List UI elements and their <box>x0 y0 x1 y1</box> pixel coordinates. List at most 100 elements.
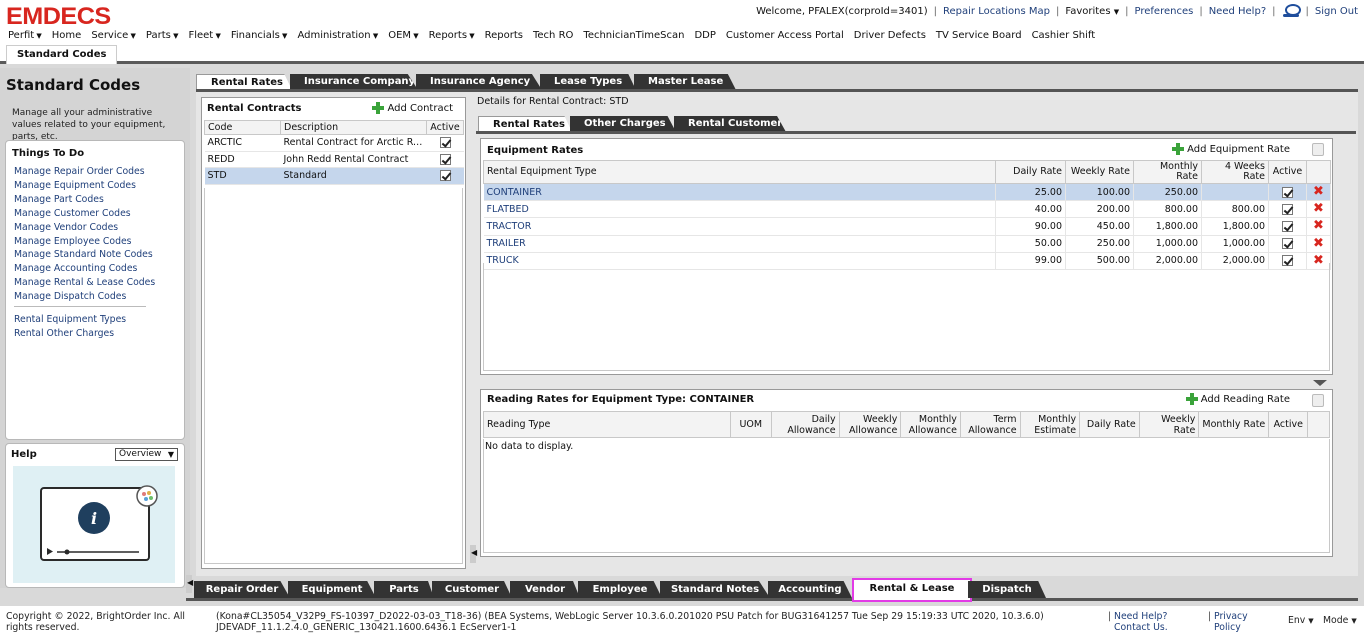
delete-icon[interactable]: ✖ <box>1313 185 1324 198</box>
module-tab-parts[interactable]: Parts <box>374 581 434 598</box>
menu-reports[interactable]: Reports ▼ <box>429 30 475 41</box>
todo-link-manage-part-codes[interactable]: Manage Part Codes <box>14 193 155 207</box>
user-profile-icon[interactable] <box>1282 4 1301 18</box>
module-tab-rental-and-lease[interactable]: Rental & Lease <box>852 578 972 602</box>
todo-link-rental-other-charges[interactable]: Rental Other Charges <box>14 327 126 341</box>
tab-rental-rates[interactable]: Rental Rates <box>196 74 292 90</box>
todo-link-manage-rental-and-lease-codes[interactable]: Manage Rental & Lease Codes <box>14 276 155 290</box>
todo-link-rental-equipment-types[interactable]: Rental Equipment Types <box>14 313 126 327</box>
delete-icon[interactable]: ✖ <box>1313 202 1324 215</box>
todo-link-manage-equipment-codes[interactable]: Manage Equipment Codes <box>14 179 155 193</box>
tab-lease-types[interactable]: Lease Types <box>540 74 636 90</box>
module-tab-employee[interactable]: Employee <box>578 581 662 598</box>
menu-perfit[interactable]: Perfit ▼ <box>8 30 42 41</box>
menu-driver-defects[interactable]: Driver Defects <box>854 30 926 41</box>
menu-home[interactable]: Home <box>52 30 82 41</box>
trash-icon[interactable] <box>1312 394 1324 407</box>
col-monthly-rate[interactable]: Monthly Rate <box>1133 160 1202 184</box>
privacy-policy-link[interactable]: | Privacy Policy <box>1208 611 1254 633</box>
module-tab-repair-order[interactable]: Repair Order <box>194 581 290 598</box>
module-tab-accounting[interactable]: Accounting <box>768 581 852 598</box>
col-term-allowance[interactable]: Term Allowance <box>959 411 1021 438</box>
todo-link-manage-customer-codes[interactable]: Manage Customer Codes <box>14 207 155 221</box>
col-uom[interactable]: UOM <box>729 411 772 438</box>
table-row[interactable]: TRACTOR 90.00 450.00 1,800.00 1,800.00 ✖ <box>483 217 1331 236</box>
module-tab-equipment[interactable]: Equipment <box>288 581 376 598</box>
delete-icon[interactable]: ✖ <box>1313 237 1324 250</box>
module-tab-standard-notes[interactable]: Standard Notes <box>660 581 770 598</box>
add-equipment-rate-button[interactable]: Add Equipment Rate <box>1172 143 1290 155</box>
active-checkbox[interactable] <box>1282 238 1293 250</box>
col-daily-rate[interactable]: Daily Rate <box>995 160 1066 184</box>
menu-parts[interactable]: Parts ▼ <box>146 30 179 41</box>
active-checkbox[interactable] <box>439 137 451 149</box>
delete-icon[interactable]: ✖ <box>1313 219 1324 232</box>
module-tab-vendor[interactable]: Vendor <box>510 581 580 598</box>
add-contract-button[interactable]: Add Contract <box>372 102 453 114</box>
todo-link-manage-standard-note-codes[interactable]: Manage Standard Note Codes <box>14 248 155 262</box>
active-checkbox[interactable] <box>1282 186 1293 198</box>
tab-insurance-company[interactable]: Insurance Company <box>290 74 418 90</box>
col-reading-type[interactable]: Reading Type <box>483 411 731 438</box>
subtab-other-charges[interactable]: Other Charges <box>570 116 676 132</box>
active-checkbox[interactable] <box>439 153 451 165</box>
col-monthly-allowance[interactable]: Monthly Allowance <box>900 411 961 438</box>
panel-splitter[interactable]: ◀ <box>470 545 477 563</box>
mode-menu[interactable]: Mode ▼ <box>1323 615 1357 627</box>
favorites-menu[interactable]: Favorites ▼ <box>1065 6 1119 17</box>
help-contact-link[interactable]: | Need Help? Contact Us. <box>1108 611 1206 633</box>
subtab-rental-rates[interactable]: Rental Rates <box>478 116 572 132</box>
menu-ddp[interactable]: DDP <box>694 30 715 41</box>
tab-master-lease[interactable]: Master Lease <box>634 74 736 90</box>
table-row[interactable]: ARCTIC Rental Contract for Arctic Refr… <box>204 134 464 152</box>
add-reading-rate-button[interactable]: Add Reading Rate <box>1185 393 1290 405</box>
need-help-link[interactable]: Need Help? <box>1209 6 1266 17</box>
repair-locations-map-link[interactable]: Repair Locations Map <box>943 6 1050 17</box>
env-menu[interactable]: Env ▼ <box>1288 615 1314 627</box>
col-equipment-type[interactable]: Rental Equipment Type <box>483 160 996 184</box>
trash-icon[interactable] <box>1312 143 1324 156</box>
table-row[interactable]: TRAILER 50.00 250.00 1,000.00 1,000.00 ✖ <box>483 235 1331 253</box>
module-tab-customer[interactable]: Customer <box>432 581 512 598</box>
todo-link-manage-repair-order-codes[interactable]: Manage Repair Order Codes <box>14 165 155 179</box>
menu-techniciantimescan[interactable]: TechnicianTimeScan <box>583 30 684 41</box>
table-row[interactable]: CONTAINER 25.00 100.00 250.00 ✖ <box>483 183 1331 202</box>
col-weekly-rate[interactable]: Weekly Rate <box>1065 160 1134 184</box>
menu-administration[interactable]: Administration ▼ <box>297 30 378 41</box>
active-checkbox[interactable] <box>1282 203 1293 215</box>
active-checkbox[interactable] <box>439 170 451 182</box>
subtab-standard-codes[interactable]: Standard Codes <box>6 45 118 64</box>
module-tab-dispatch[interactable]: Dispatch <box>968 581 1046 598</box>
menu-fleet[interactable]: Fleet ▼ <box>188 30 220 41</box>
col-active[interactable]: Active <box>1268 160 1307 184</box>
table-row[interactable]: REDD John Redd Rental Contract <box>204 151 464 168</box>
col-weekly-rate[interactable]: Weekly Rate <box>1138 411 1200 438</box>
preferences-link[interactable]: Preferences <box>1135 6 1194 17</box>
col-monthly-rate[interactable]: Monthly Rate <box>1198 411 1270 438</box>
col-code[interactable]: Code <box>204 120 281 135</box>
table-row[interactable]: FLATBED 40.00 200.00 800.00 800.00 ✖ <box>483 200 1331 219</box>
col-4-weeks-rate[interactable]: 4 Weeks Rate <box>1201 160 1269 184</box>
col-daily-allowance[interactable]: Daily Allowance <box>770 411 840 438</box>
menu-customer-access-portal[interactable]: Customer Access Portal <box>726 30 844 41</box>
menu-tech-ro[interactable]: Tech RO <box>533 30 573 41</box>
menu-oem[interactable]: OEM ▼ <box>388 30 418 41</box>
col-active[interactable]: Active <box>426 120 464 135</box>
todo-link-manage-vendor-codes[interactable]: Manage Vendor Codes <box>14 221 155 235</box>
menu-cashier-shift[interactable]: Cashier Shift <box>1032 30 1096 41</box>
col-active[interactable]: Active <box>1268 411 1309 438</box>
menu-service[interactable]: Service ▼ <box>91 30 136 41</box>
col-description[interactable]: Description <box>280 120 427 135</box>
tab-insurance-agency[interactable]: Insurance Agency <box>416 74 542 90</box>
menu-tv-service-board[interactable]: TV Service Board <box>936 30 1022 41</box>
menu-reports-2[interactable]: Reports <box>485 30 523 41</box>
todo-link-manage-accounting-codes[interactable]: Manage Accounting Codes <box>14 262 155 276</box>
todo-link-manage-employee-codes[interactable]: Manage Employee Codes <box>14 235 155 249</box>
sign-out-link[interactable]: Sign Out <box>1315 6 1358 17</box>
todo-link-manage-dispatch-codes[interactable]: Manage Dispatch Codes <box>14 290 155 304</box>
col-weekly-allowance[interactable]: Weekly Allowance <box>838 411 902 438</box>
help-video-thumbnail[interactable]: i <box>13 466 175 583</box>
active-checkbox[interactable] <box>1282 220 1293 232</box>
subtab-rental-customers[interactable]: Rental Customers <box>674 116 786 132</box>
col-daily-rate[interactable]: Daily Rate <box>1079 411 1140 438</box>
